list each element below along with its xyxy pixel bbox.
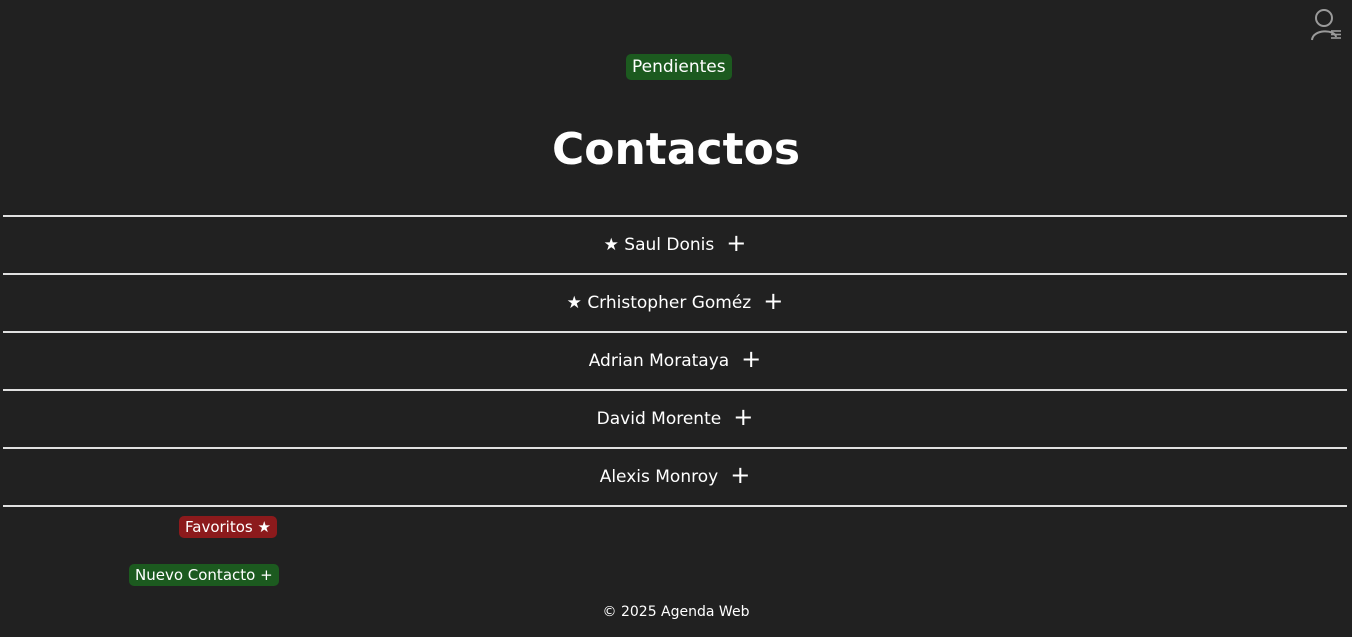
contact-name: Adrian Morataya xyxy=(588,351,730,371)
footer-copyright: © 2025 Agenda Web xyxy=(602,604,750,620)
favorite-star-icon: ★ xyxy=(603,235,625,255)
list-item: Alexis Monroy + xyxy=(3,449,1347,507)
expand-contact-button[interactable]: + xyxy=(726,231,746,255)
expand-contact-button[interactable]: + xyxy=(763,289,783,313)
expand-contact-button[interactable]: + xyxy=(730,463,750,487)
user-menu-icon[interactable] xyxy=(1310,7,1344,43)
contact-link[interactable]: Alexis Monroy xyxy=(600,467,718,487)
expand-contact-button[interactable]: + xyxy=(733,405,753,429)
contact-name: Alexis Monroy xyxy=(599,467,719,487)
list-item: Adrian Morataya + xyxy=(3,333,1347,391)
list-item: ★ Crhistopher Goméz + xyxy=(3,275,1347,333)
page: Pendientes Contactos ★ Saul Donis + ★ Cr… xyxy=(0,0,1352,637)
contact-name: Crhistopher Goméz xyxy=(587,293,752,313)
favorites-button[interactable]: Favoritos ★ xyxy=(179,516,277,538)
expand-contact-button[interactable]: + xyxy=(741,347,761,371)
pending-button[interactable]: Pendientes xyxy=(626,54,732,80)
contact-name: Saul Donis xyxy=(624,235,715,255)
list-item: David Morente + xyxy=(3,391,1347,449)
contact-link[interactable]: ★ Crhistopher Goméz xyxy=(567,293,752,313)
contact-link[interactable]: David Morente xyxy=(597,409,722,429)
contact-link[interactable]: Adrian Morataya xyxy=(589,351,729,371)
contact-name: David Morente xyxy=(596,409,722,429)
contact-link[interactable]: ★ Saul Donis xyxy=(604,235,715,255)
contact-list: ★ Saul Donis + ★ Crhistopher Goméz + Adr… xyxy=(3,215,1347,507)
favorite-star-icon: ★ xyxy=(566,293,588,313)
list-item: ★ Saul Donis + xyxy=(3,217,1347,275)
new-contact-button[interactable]: Nuevo Contacto + xyxy=(129,564,279,586)
page-title: Contactos xyxy=(551,124,801,175)
